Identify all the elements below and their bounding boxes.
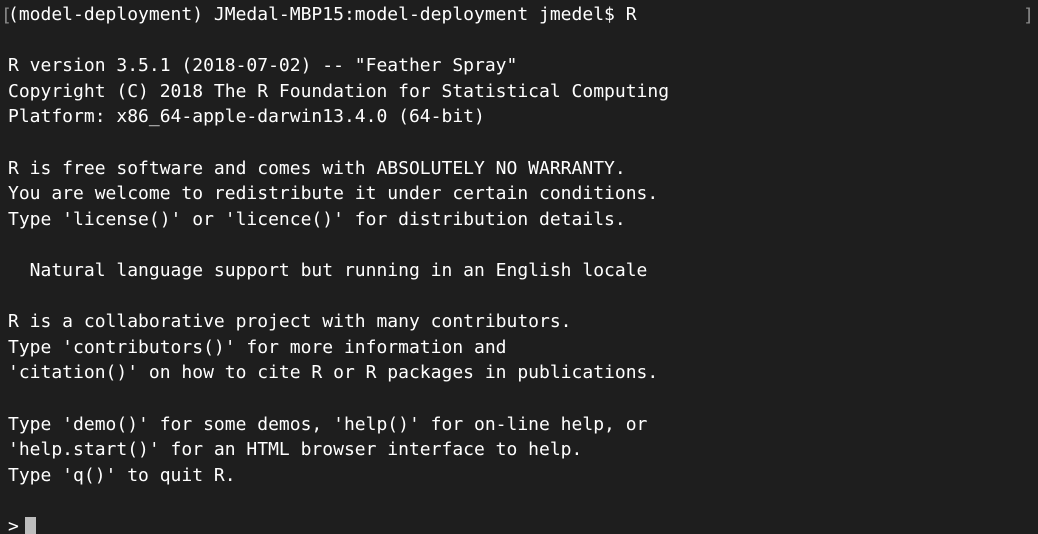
output-line: R is a collaborative project with many c… — [8, 311, 572, 333]
selection-bracket-right: ] — [1023, 5, 1034, 26]
output-line: Type 'q()' to quit R. — [8, 464, 236, 486]
output-line: Natural language support but running in … — [8, 259, 648, 281]
output-line: Type 'demo()' for some demos, 'help()' f… — [8, 413, 648, 435]
shell-prompt-line: (model-deployment) JMedal-MBP15:model-de… — [8, 4, 637, 25]
output-line: Type 'contributors()' for more informati… — [8, 336, 507, 358]
r-prompt-line[interactable]: > — [8, 514, 1038, 534]
output-line: R is free software and comes with ABSOLU… — [8, 157, 626, 179]
output-line: Type 'license()' or 'licence()' for dist… — [8, 208, 626, 230]
selection-bracket-left: [ — [1, 5, 12, 26]
output-line: You are welcome to redistribute it under… — [8, 183, 659, 205]
output-line: 'help.start()' for an HTML browser inter… — [8, 439, 583, 461]
output-line: Copyright (C) 2018 The R Foundation for … — [8, 80, 670, 102]
r-prompt-symbol: > — [8, 515, 19, 534]
output-line: Platform: x86_64-apple-darwin13.4.0 (64-… — [8, 106, 485, 128]
terminal-window[interactable]: [ ] (model-deployment) JMedal-MBP15:mode… — [0, 0, 1038, 534]
output-line: 'citation()' on how to cite R or R packa… — [8, 362, 659, 384]
output-line: R version 3.5.1 (2018-07-02) -- "Feather… — [8, 55, 518, 77]
text-cursor[interactable] — [24, 516, 36, 534]
